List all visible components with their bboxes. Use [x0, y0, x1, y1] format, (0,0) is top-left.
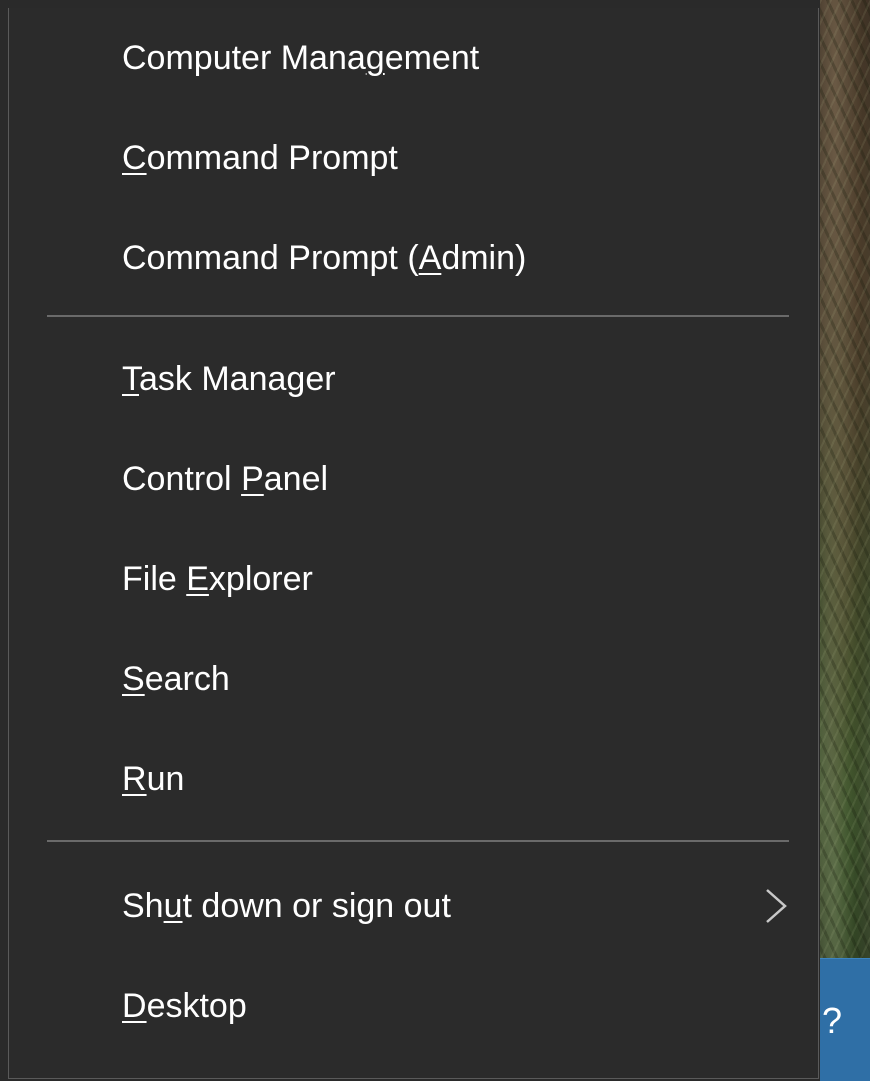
- menu-item-label: Control Panel: [122, 460, 329, 498]
- menu-separator: [47, 315, 789, 317]
- wallpaper-texture: [820, 0, 870, 1081]
- access-key: S: [122, 660, 145, 698]
- menu-item-task-manager[interactable]: Task Manager: [9, 329, 818, 429]
- chevron-right-icon: [766, 889, 787, 923]
- menu-separator: [47, 840, 789, 842]
- menu-item-computer-management[interactable]: Computer Management: [9, 8, 818, 108]
- menu-item-label: File Explorer: [122, 560, 313, 598]
- menu-item-label: Search: [122, 660, 230, 698]
- menu-item-run[interactable]: Run: [9, 729, 818, 829]
- menu-item-label: Command Prompt: [122, 139, 398, 177]
- menu-item-command-prompt[interactable]: Command Prompt: [9, 108, 818, 208]
- menu-item-search[interactable]: Search: [9, 629, 818, 729]
- access-key: E: [186, 560, 209, 598]
- winx-context-menu: Computer Management Command Prompt Comma…: [8, 8, 819, 1079]
- access-key: C: [122, 139, 147, 177]
- access-key: u: [163, 887, 183, 925]
- access-key: P: [241, 460, 264, 498]
- access-key: R: [122, 760, 147, 798]
- menu-item-label: Desktop: [122, 987, 247, 1025]
- menu-item-label: Task Manager: [122, 360, 336, 398]
- access-key: A: [418, 239, 442, 277]
- access-key: T: [122, 360, 139, 398]
- menu-item-shut-down-or-sign-out[interactable]: Shut down or sign out: [9, 856, 818, 956]
- menu-item-desktop[interactable]: Desktop: [9, 956, 818, 1056]
- menu-item-label: Run: [122, 760, 185, 798]
- menu-item-command-prompt-admin[interactable]: Command Prompt (Admin): [9, 208, 818, 308]
- menu-item-control-panel[interactable]: Control Panel: [9, 429, 818, 529]
- menu-item-label: Computer Management: [122, 39, 480, 77]
- desktop-wallpaper: ?: [820, 0, 870, 1081]
- access-key: D: [122, 987, 147, 1025]
- taskbar-question-glyph: ?: [822, 1000, 843, 1041]
- taskbar-segment[interactable]: ?: [820, 958, 870, 1081]
- access-key: g: [365, 39, 385, 77]
- menu-item-file-explorer[interactable]: File Explorer: [9, 529, 818, 629]
- menu-item-label: Command Prompt (Admin): [122, 239, 527, 277]
- menu-item-label: Shut down or sign out: [122, 887, 451, 925]
